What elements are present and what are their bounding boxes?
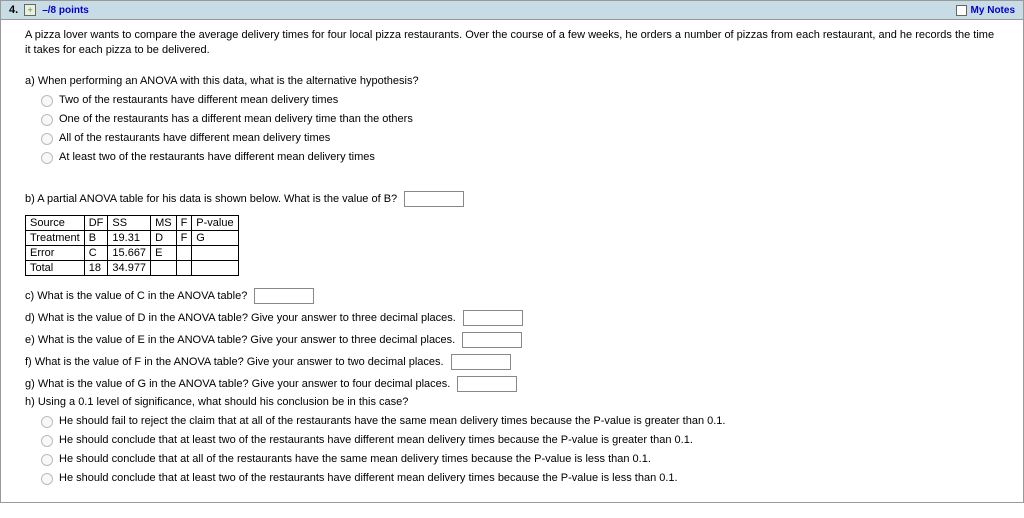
radio-icon[interactable] (41, 114, 53, 126)
td: 34.977 (108, 260, 151, 275)
my-notes-link[interactable]: My Notes (971, 5, 1015, 16)
part-b-prompt: b) A partial ANOVA table for his data is… (25, 193, 397, 205)
radio-icon[interactable] (41, 152, 53, 164)
option-label: At least two of the restaurants have dif… (59, 151, 375, 163)
option-label: All of the restaurants have different me… (59, 132, 330, 144)
points-label: –/8 points (42, 5, 89, 16)
part-c-prompt: c) What is the value of C in the ANOVA t… (25, 290, 247, 302)
td: Error (26, 245, 85, 260)
option-label: One of the restaurants has a different m… (59, 113, 413, 125)
radio-icon[interactable] (41, 473, 53, 485)
option-label: He should fail to reject the claim that … (59, 415, 725, 427)
anova-table: Source DF SS MS F P-value Treatment B 19… (25, 215, 239, 276)
part-d: d) What is the value of D in the ANOVA t… (25, 310, 999, 326)
option-label: Two of the restaurants have different me… (59, 94, 338, 106)
part-a-option[interactable]: One of the restaurants has a different m… (25, 110, 999, 129)
th: P-value (192, 215, 238, 230)
part-e-prompt: e) What is the value of E in the ANOVA t… (25, 334, 455, 346)
radio-icon[interactable] (41, 435, 53, 447)
part-h-option[interactable]: He should conclude that at all of the re… (25, 450, 999, 469)
part-f-prompt: f) What is the value of F in the ANOVA t… (25, 356, 444, 368)
th: F (176, 215, 192, 230)
answer-input-b[interactable] (404, 191, 464, 207)
td: F (176, 230, 192, 245)
answer-input-d[interactable] (463, 310, 523, 326)
part-g-prompt: g) What is the value of G in the ANOVA t… (25, 378, 450, 390)
td: D (151, 230, 177, 245)
answer-input-f[interactable] (451, 354, 511, 370)
td: 18 (84, 260, 108, 275)
part-h-option[interactable]: He should fail to reject the claim that … (25, 412, 999, 431)
part-a: a) When performing an ANOVA with this da… (25, 75, 999, 167)
header-left: 4. + –/8 points (9, 4, 89, 16)
td (151, 260, 177, 275)
part-h-option[interactable]: He should conclude that at least two of … (25, 431, 999, 450)
part-h: h) Using a 0.1 level of significance, wh… (25, 396, 999, 488)
td: Total (26, 260, 85, 275)
radio-icon[interactable] (41, 454, 53, 466)
td: G (192, 230, 238, 245)
option-label: He should conclude that at all of the re… (59, 453, 651, 465)
expand-icon[interactable]: + (24, 4, 36, 16)
th: Source (26, 215, 85, 230)
part-c: c) What is the value of C in the ANOVA t… (25, 288, 999, 304)
part-a-prompt: a) When performing an ANOVA with this da… (25, 75, 999, 87)
part-h-prompt: h) Using a 0.1 level of significance, wh… (25, 396, 999, 408)
header-right: My Notes (956, 5, 1015, 16)
notes-checkbox[interactable] (956, 5, 967, 16)
part-a-option[interactable]: All of the restaurants have different me… (25, 129, 999, 148)
td (192, 245, 238, 260)
intro-text: A pizza lover wants to compare the avera… (25, 28, 999, 59)
question-content: A pizza lover wants to compare the avera… (0, 20, 1024, 503)
th: DF (84, 215, 108, 230)
td: Treatment (26, 230, 85, 245)
part-d-prompt: d) What is the value of D in the ANOVA t… (25, 312, 456, 324)
th: MS (151, 215, 177, 230)
part-f: f) What is the value of F in the ANOVA t… (25, 354, 999, 370)
td: C (84, 245, 108, 260)
question-number: 4. (9, 4, 18, 16)
answer-input-e[interactable] (462, 332, 522, 348)
td (176, 260, 192, 275)
radio-icon[interactable] (41, 416, 53, 428)
option-label: He should conclude that at least two of … (59, 434, 693, 446)
part-a-option[interactable]: Two of the restaurants have different me… (25, 91, 999, 110)
td: 19.31 (108, 230, 151, 245)
option-label: He should conclude that at least two of … (59, 472, 678, 484)
part-g: g) What is the value of G in the ANOVA t… (25, 376, 999, 392)
td: B (84, 230, 108, 245)
part-b: b) A partial ANOVA table for his data is… (25, 191, 999, 276)
th: SS (108, 215, 151, 230)
radio-icon[interactable] (41, 95, 53, 107)
part-a-option[interactable]: At least two of the restaurants have dif… (25, 148, 999, 167)
td (192, 260, 238, 275)
td: 15.667 (108, 245, 151, 260)
td: E (151, 245, 177, 260)
answer-input-c[interactable] (254, 288, 314, 304)
question-header: 4. + –/8 points My Notes (0, 0, 1024, 20)
td (176, 245, 192, 260)
radio-icon[interactable] (41, 133, 53, 145)
answer-input-g[interactable] (457, 376, 517, 392)
part-h-option[interactable]: He should conclude that at least two of … (25, 469, 999, 488)
part-e: e) What is the value of E in the ANOVA t… (25, 332, 999, 348)
